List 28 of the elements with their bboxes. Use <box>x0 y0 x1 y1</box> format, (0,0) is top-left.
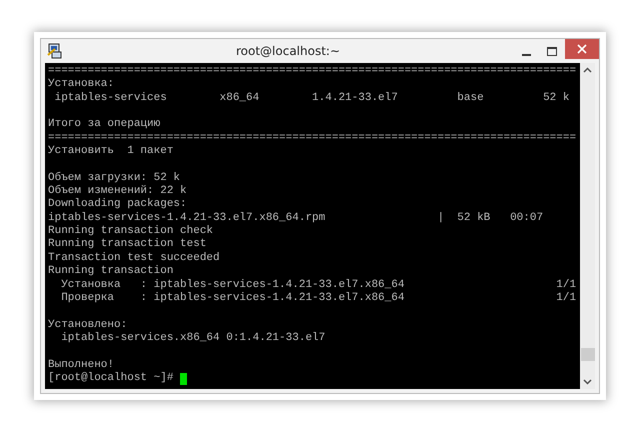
terminal-line: Проверка : iptables-services-1.4.21-33.el7.x86_64 1/1 <box>60 292 576 306</box>
terminal-line: Выполнено! <box>48 358 114 372</box>
computer-icon <box>47 43 63 59</box>
terminal-line: Running transaction check <box>48 225 214 238</box>
terminal-line: ================================================================================ <box>48 132 576 146</box>
terminal-line: iptables-services-1.4.21-33.el7.x86_64.rpm | 52 kB 00:07 <box>48 212 544 225</box>
terminal-line: Running transaction test <box>48 238 206 252</box>
terminal-line: Итого за операцию <box>48 118 160 132</box>
close-icon <box>577 44 587 54</box>
terminal-line: Transaction test succeeded <box>48 252 220 265</box>
maximize-icon <box>547 46 557 56</box>
terminal-line: Объем загрузки: 52 k <box>48 172 180 185</box>
terminal-line: Установка : iptables-services-1.4.21-33.el7.x86_64 1/1 <box>60 278 576 292</box>
scrollbar[interactable] <box>580 63 595 389</box>
close-button[interactable] <box>565 39 599 59</box>
terminal-line: Установка: <box>48 78 114 92</box>
terminal-line: Running transaction <box>48 265 174 278</box>
scroll-thumb[interactable] <box>580 348 594 361</box>
terminal-line: ================================================================================ <box>48 65 576 78</box>
minimize-icon <box>522 54 530 56</box>
terminal-line: iptables-services x86_64 1.4.21-33.el7 base 52 k <box>54 92 570 106</box>
terminal-line: Установлено: <box>48 318 128 332</box>
window-title: root@localhost:~ <box>234 44 342 58</box>
shell-prompt: [root@localhost ~]# <box>48 372 174 386</box>
terminal-line: Downloading packages: <box>48 198 187 212</box>
terminal-line: iptables-services.x86_64 0:1.4.21-33.el7 <box>60 332 326 346</box>
terminal-line: Установить 1 пакет <box>48 145 174 158</box>
terminal-line: Объем изменений: 22 k <box>48 185 187 198</box>
